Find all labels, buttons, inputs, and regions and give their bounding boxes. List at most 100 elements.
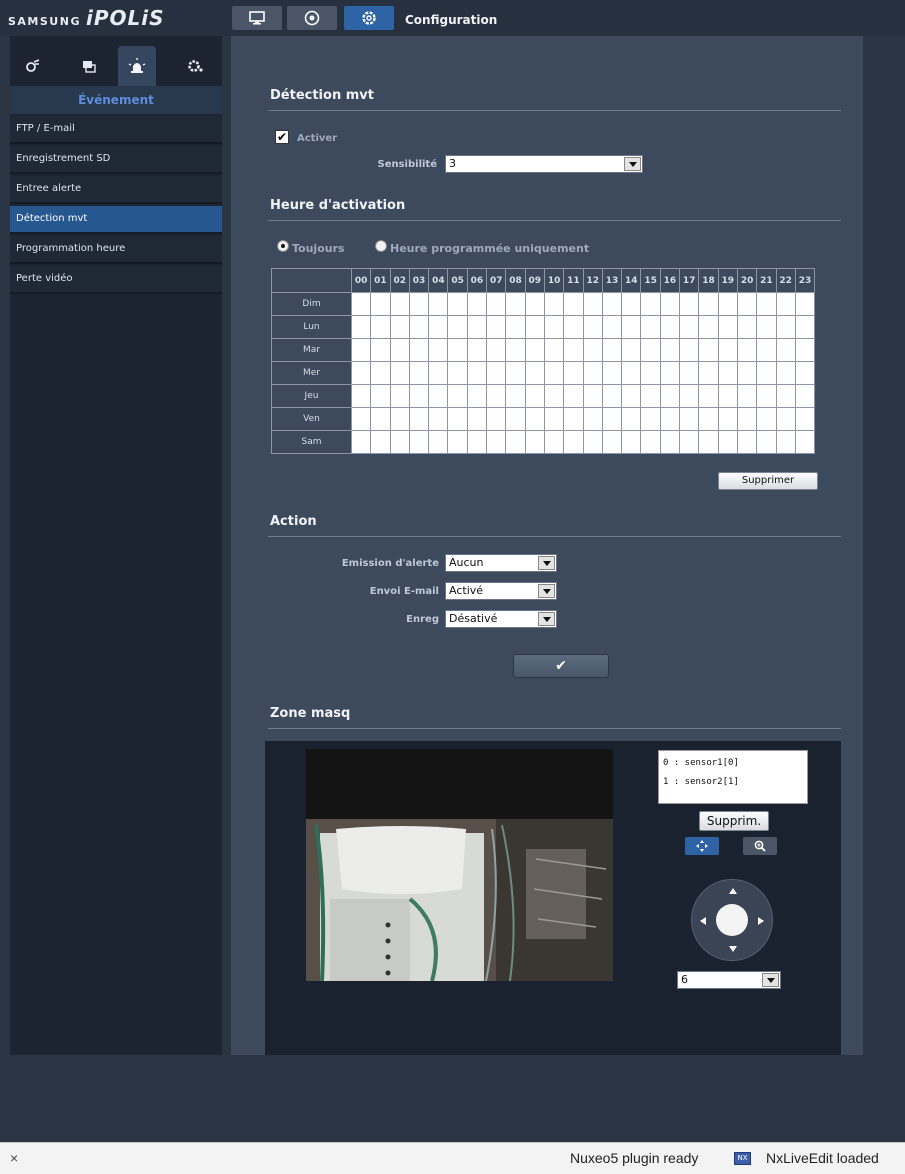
schedule-cell[interactable] (582, 292, 603, 316)
schedule-cell[interactable] (563, 384, 584, 408)
schedule-cell[interactable] (698, 292, 719, 316)
sidebar-item-alarm-input[interactable]: Entree alerte (10, 176, 222, 204)
schedule-cell[interactable] (563, 361, 584, 385)
schedule-cell[interactable] (756, 407, 777, 431)
schedule-cell[interactable] (621, 407, 642, 431)
mask-zone-list[interactable]: 0 : sensor1[0] 1 : sensor2[1] (658, 750, 808, 804)
schedule-cell[interactable] (736, 338, 758, 362)
record-select[interactable]: Désativé (445, 610, 557, 628)
schedule-cell[interactable] (775, 292, 796, 316)
radio-always[interactable] (277, 240, 289, 252)
schedule-cell[interactable] (679, 407, 700, 431)
arrow-left-icon[interactable] (700, 917, 706, 925)
schedule-cell[interactable] (601, 338, 623, 362)
sensitivity-select[interactable]: 3 (445, 155, 643, 173)
schedule-cell[interactable] (350, 338, 372, 362)
schedule-cell[interactable] (640, 407, 661, 431)
schedule-cell[interactable] (428, 430, 449, 454)
schedule-cell[interactable] (756, 315, 777, 339)
schedule-cell[interactable] (736, 361, 758, 385)
schedule-cell[interactable] (794, 430, 816, 454)
schedule-cell[interactable] (679, 292, 700, 316)
schedule-cell[interactable] (350, 361, 372, 385)
schedule-cell[interactable] (447, 292, 468, 316)
schedule-cell[interactable] (408, 338, 430, 362)
schedule-cell[interactable] (563, 338, 584, 362)
radio-scheduled[interactable] (375, 240, 387, 252)
schedule-cell[interactable] (408, 292, 430, 316)
schedule-cell[interactable] (428, 292, 449, 316)
schedule-cell[interactable] (775, 361, 796, 385)
schedule-cell[interactable] (408, 315, 430, 339)
schedule-cell[interactable] (524, 338, 545, 362)
schedule-cell[interactable] (717, 407, 738, 431)
schedule-cell[interactable] (428, 407, 449, 431)
schedule-cell[interactable] (563, 292, 584, 316)
schedule-cell[interactable] (505, 430, 526, 454)
list-item[interactable]: 0 : sensor1[0] (663, 758, 739, 768)
schedule-cell[interactable] (350, 430, 372, 454)
schedule-cell[interactable] (350, 407, 372, 431)
ptz-move-button[interactable] (685, 837, 719, 855)
schedule-cell[interactable] (370, 292, 391, 316)
schedule-cell[interactable] (408, 430, 430, 454)
schedule-cell[interactable] (736, 384, 758, 408)
schedule-cell[interactable] (370, 315, 391, 339)
schedule-cell[interactable] (389, 361, 410, 385)
schedule-cell[interactable] (775, 407, 796, 431)
schedule-cell[interactable] (466, 338, 488, 362)
schedule-cell[interactable] (601, 315, 623, 339)
tab-network[interactable] (70, 46, 108, 86)
schedule-cell[interactable] (428, 315, 449, 339)
list-item[interactable]: 1 : sensor2[1] (663, 777, 739, 787)
schedule-cell[interactable] (736, 407, 758, 431)
schedule-cell[interactable] (408, 407, 430, 431)
schedule-cell[interactable] (582, 315, 603, 339)
schedule-cell[interactable] (659, 338, 681, 362)
schedule-cell[interactable] (466, 384, 488, 408)
schedule-cell[interactable] (350, 292, 372, 316)
schedule-cell[interactable] (621, 292, 642, 316)
enable-checkbox[interactable]: ✔ (275, 130, 289, 144)
schedule-cell[interactable] (389, 292, 410, 316)
schedule-cell[interactable] (621, 384, 642, 408)
schedule-cell[interactable] (717, 361, 738, 385)
schedule-cell[interactable] (543, 430, 565, 454)
schedule-cell[interactable] (756, 338, 777, 362)
schedule-cell[interactable] (794, 384, 816, 408)
schedule-cell[interactable] (466, 292, 488, 316)
schedule-cell[interactable] (486, 407, 507, 431)
tab-video-audio[interactable] (14, 46, 52, 86)
schedule-cell[interactable] (543, 292, 565, 316)
schedule-cell[interactable] (505, 407, 526, 431)
sidebar-item-sd-recording[interactable]: Enregistrement SD (10, 146, 222, 174)
schedule-cell[interactable] (389, 338, 410, 362)
sidebar-item-video-loss[interactable]: Perte vidéo (10, 266, 222, 294)
schedule-cell[interactable] (524, 292, 545, 316)
schedule-cell[interactable] (466, 407, 488, 431)
schedule-cell[interactable] (505, 384, 526, 408)
schedule-cell[interactable] (794, 361, 816, 385)
schedule-cell[interactable] (621, 361, 642, 385)
schedule-cell[interactable] (659, 361, 681, 385)
schedule-delete-button[interactable]: Supprimer (718, 472, 818, 490)
schedule-cell[interactable] (756, 384, 777, 408)
camera-preview[interactable] (306, 749, 613, 981)
arrow-up-icon[interactable] (729, 888, 737, 894)
schedule-cell[interactable] (756, 430, 777, 454)
schedule-cell[interactable] (447, 407, 468, 431)
schedule-cell[interactable] (563, 430, 584, 454)
schedule-cell[interactable] (563, 315, 584, 339)
schedule-cell[interactable] (428, 361, 449, 385)
apply-button[interactable]: ✔ (513, 654, 609, 678)
schedule-cell[interactable] (601, 430, 623, 454)
schedule-cell[interactable] (505, 292, 526, 316)
schedule-cell[interactable] (659, 292, 681, 316)
schedule-cell[interactable] (486, 292, 507, 316)
schedule-cell[interactable] (736, 315, 758, 339)
schedule-cell[interactable] (601, 407, 623, 431)
schedule-cell[interactable] (601, 384, 623, 408)
speed-select[interactable]: 6 (677, 971, 781, 989)
schedule-cell[interactable] (447, 315, 468, 339)
schedule-cell[interactable] (447, 384, 468, 408)
